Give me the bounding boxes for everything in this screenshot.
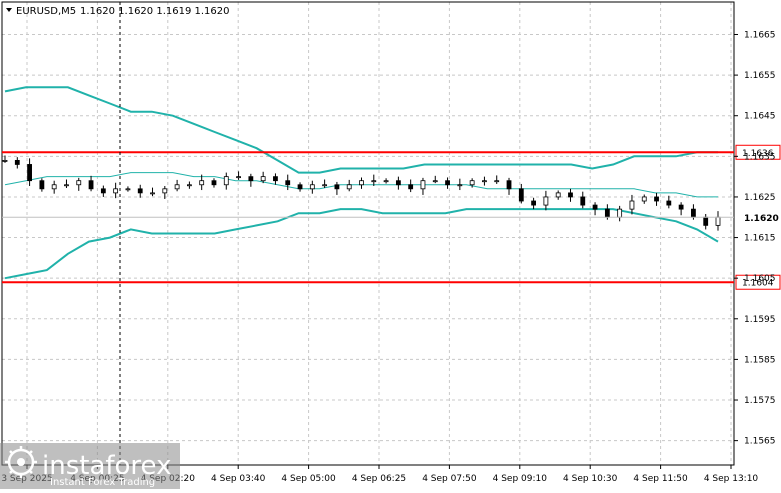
candle-body — [641, 196, 647, 202]
candle-body — [506, 180, 512, 190]
candle-body — [383, 180, 389, 183]
candle-body — [174, 184, 180, 190]
candle-body — [211, 180, 217, 186]
time-tick-label: 4 Sep 07:50 — [422, 474, 477, 484]
candle-body — [334, 184, 340, 190]
candle-body — [39, 180, 45, 190]
candle-body — [371, 180, 377, 183]
candle-body — [420, 180, 426, 190]
price-tick-label: 1.1665 — [744, 30, 776, 40]
candle-body — [359, 180, 364, 186]
candle-body — [76, 180, 82, 186]
candle-body — [482, 180, 487, 183]
candle-body — [27, 164, 32, 182]
candle-body — [199, 180, 205, 186]
candle-body — [408, 184, 414, 190]
candle-body — [51, 184, 57, 190]
price-tick-label: 1.1565 — [744, 437, 776, 447]
candle-body — [285, 180, 291, 186]
candle-body — [150, 192, 155, 195]
price-tick-label: 1.1635 — [744, 152, 776, 162]
candle-body — [654, 196, 659, 202]
candle-body — [445, 180, 450, 186]
candle-body — [113, 188, 119, 194]
candle-body — [703, 216, 709, 226]
time-tick-label: 4 Sep 11:50 — [633, 474, 688, 484]
watermark-tagline: Instant Forex Trading — [50, 477, 155, 488]
candle-body — [14, 159, 20, 165]
candle-body — [273, 176, 278, 182]
candle-body — [309, 184, 315, 190]
price-tick-label: 1.1605 — [744, 274, 776, 284]
candle-body — [346, 184, 352, 190]
candle-body — [137, 188, 143, 194]
chart-header: EURUSD,M5 1.1620 1.1620 1.1619 1.1620 — [6, 6, 230, 17]
candle-body — [236, 176, 241, 179]
candle-body — [223, 176, 229, 186]
price-tick-label: 1.1575 — [744, 396, 776, 406]
candle-body — [629, 200, 635, 210]
symbol-timeframe: EURUSD,M5 — [16, 6, 76, 17]
price-chart[interactable]: 1.16201.16361.1604 1.16651.16551.16451.1… — [0, 0, 781, 489]
time-tick-label: 4 Sep 10:30 — [563, 474, 618, 484]
candle-body — [2, 159, 8, 162]
ohlc-values: 1.1620 1.1620 1.1619 1.1620 — [80, 6, 230, 17]
candle-body — [531, 200, 537, 206]
current-price-label: 1.1620 — [744, 214, 779, 224]
watermark: instaforex Instant Forex Trading — [0, 443, 180, 489]
candle-body — [260, 176, 266, 182]
candle-body — [494, 180, 500, 183]
time-tick-label: 4 Sep 06:25 — [352, 474, 406, 484]
candle-body — [297, 184, 303, 190]
candle-body — [592, 204, 598, 210]
candle-body — [248, 176, 254, 182]
candle-body — [691, 208, 696, 218]
candle-body — [125, 188, 131, 191]
price-tick-label: 1.1655 — [744, 71, 776, 81]
candle-body — [580, 196, 586, 206]
time-tick-label: 4 Sep 05:00 — [281, 474, 336, 484]
time-tick-label: 4 Sep 09:10 — [493, 474, 548, 484]
candle-body — [64, 184, 69, 187]
time-tick-label: 4 Sep 03:40 — [211, 474, 266, 484]
chart-window[interactable]: 1.1620 1.1636 1.1604 1.1665 1.1655 1.1645 1.1… — [0, 0, 781, 489]
candle-body — [186, 184, 192, 187]
candle-body — [604, 208, 610, 218]
candle-body — [617, 208, 623, 218]
candle-body — [678, 204, 684, 210]
candle-body — [543, 196, 549, 206]
candle-body — [715, 216, 721, 226]
candle-body — [162, 188, 168, 194]
candle-body — [100, 188, 106, 194]
candle-body — [518, 188, 524, 202]
candle-body — [666, 200, 672, 206]
candle-body — [457, 184, 463, 187]
candle-body — [568, 192, 573, 198]
price-tick-label: 1.1585 — [744, 355, 776, 365]
candle-body — [469, 180, 475, 186]
candle-body — [555, 192, 561, 198]
candle-body — [432, 180, 438, 183]
price-tick-label: 1.1595 — [744, 315, 776, 325]
price-tick-label: 1.1645 — [744, 112, 776, 122]
time-tick-label: 4 Sep 13:10 — [704, 474, 759, 484]
price-tick-label: 1.1625 — [744, 193, 776, 203]
candle-body — [322, 184, 328, 187]
price-tick-label: 1.1615 — [744, 234, 776, 244]
candle-body — [395, 180, 401, 186]
candle-body — [88, 180, 94, 190]
